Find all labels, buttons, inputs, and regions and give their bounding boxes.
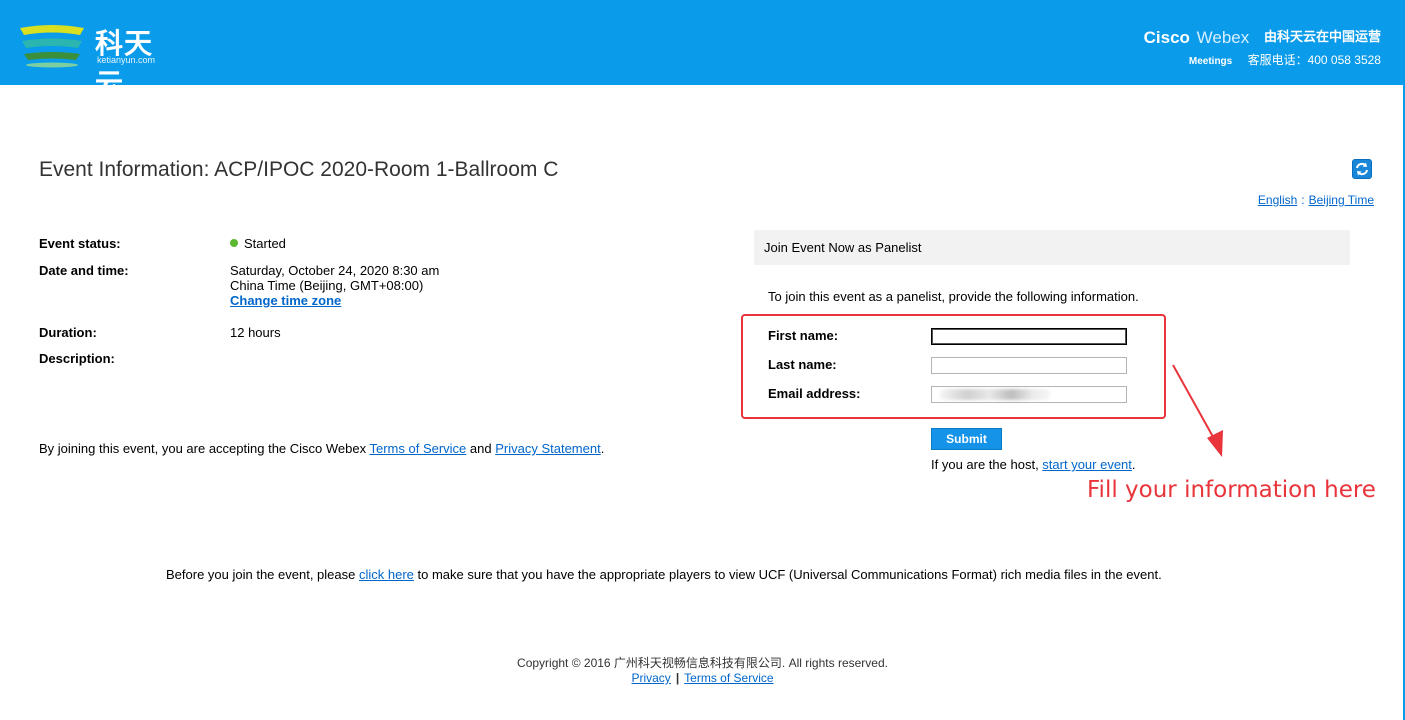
page-title: Event Information: ACP/IPOC 2020-Room 1-… <box>39 158 559 181</box>
brand-operator-text: 由科天云在中国运营 <box>1263 29 1381 44</box>
timezone-link[interactable]: Beijing Time <box>1309 193 1374 207</box>
terms-prefix: By joining this event, you are accepting… <box>39 441 370 456</box>
join-instruction: To join this event as a panelist, provid… <box>768 289 1139 304</box>
date-time-line2: China Time (Beijing, GMT+08:00) <box>230 278 424 293</box>
brand-meetings: Meetings <box>1188 56 1233 67</box>
status-dot-icon <box>230 239 238 247</box>
host-suffix: . <box>1131 457 1136 472</box>
submit-button[interactable]: Submit <box>931 428 1002 450</box>
copyright-text: Copyright © 2016 广州科天视畅信息科技有限公司. All rig… <box>517 656 888 670</box>
cisco-webex-brand: Cisco Webex 由科天云在中国运营 Meetings 客服电话：400 … <box>1144 28 1381 68</box>
event-status-text: Started <box>244 236 286 251</box>
description-label: Description: <box>39 351 115 366</box>
terms-and: and <box>466 441 496 456</box>
first-name-label: First name: <box>768 328 839 343</box>
join-panel-header: Join Event Now as Panelist <box>754 230 1350 265</box>
footer-privacy-link[interactable]: Privacy <box>631 671 670 685</box>
language-link[interactable]: English <box>1258 193 1297 207</box>
terms-suffix: . <box>600 441 605 456</box>
support-hotline: 客服电话：400 058 3528 <box>1247 53 1381 67</box>
refresh-arrows-icon <box>1356 162 1368 176</box>
terms-of-service-link[interactable]: Terms of Service <box>369 441 466 456</box>
date-time-value: Saturday, October 24, 2020 8:30 am China… <box>230 263 439 308</box>
top-banner: 科天云 ketianyun.com Cisco Webex 由科天云在中国运营 … <box>0 0 1403 99</box>
first-name-input[interactable] <box>931 328 1127 345</box>
host-notice: If you are the host, start your event. <box>931 457 1136 472</box>
date-time-label: Date and time: <box>39 263 129 278</box>
notice-prefix: Before you join the event, please <box>166 567 359 582</box>
annotation-arrow-icon <box>1172 364 1223 457</box>
start-your-event-link[interactable]: start your event <box>1042 457 1132 472</box>
duration-label: Duration: <box>39 325 97 340</box>
event-status-label: Event status: <box>39 236 121 251</box>
click-here-link[interactable]: click here <box>359 567 414 582</box>
duration-value: 12 hours <box>230 325 281 340</box>
terms-notice: By joining this event, you are accepting… <box>39 442 619 456</box>
last-name-label: Last name: <box>768 357 837 372</box>
locale-settings: English: Beijing Time <box>1258 193 1374 207</box>
footer-separator: | <box>675 671 680 685</box>
ketianyun-logo-icon <box>20 25 84 68</box>
date-time-line1: Saturday, October 24, 2020 8:30 am <box>230 263 440 278</box>
change-time-zone-link[interactable]: Change time zone <box>230 293 341 308</box>
brand-cisco: Cisco <box>1143 28 1190 47</box>
locale-separator: : <box>1301 193 1305 207</box>
annotation-text: Fill your information here <box>1087 477 1376 503</box>
page-footer: Copyright © 2016 广州科天视畅信息科技有限公司. All rig… <box>0 656 1405 686</box>
refresh-icon[interactable] <box>1352 159 1372 179</box>
privacy-statement-link[interactable]: Privacy Statement <box>495 441 601 456</box>
brand-webex: Webex <box>1196 28 1250 47</box>
email-address-label: Email address: <box>768 386 861 401</box>
last-name-input[interactable] <box>931 357 1127 374</box>
ketianyun-logo[interactable]: 科天云 ketianyun.com <box>18 18 178 99</box>
host-prefix: If you are the host, <box>931 457 1043 472</box>
event-status-value: Started <box>230 236 286 251</box>
redacted-email-blur <box>940 389 1050 400</box>
player-check-notice: Before you join the event, please click … <box>166 567 1246 582</box>
footer-terms-link[interactable]: Terms of Service <box>684 671 773 685</box>
logo-domain-text: ketianyun.com <box>97 55 156 65</box>
notice-suffix: to make sure that you have the appropria… <box>413 567 1162 582</box>
